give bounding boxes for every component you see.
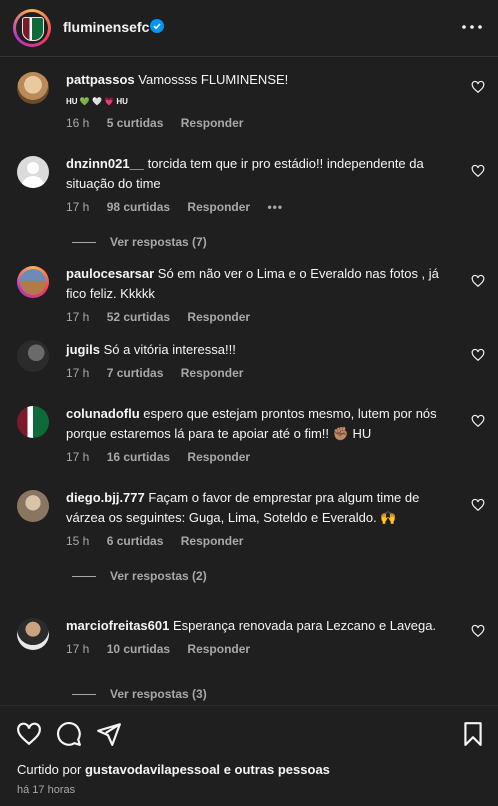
club-crest-icon: [22, 17, 44, 41]
like-heart-icon[interactable]: [471, 348, 485, 362]
like-heart-icon[interactable]: [471, 274, 485, 288]
comment-username[interactable]: diego.bjj.777: [66, 490, 145, 505]
comment-likes[interactable]: 52 curtidas: [107, 310, 170, 324]
reply-button[interactable]: Responder: [181, 366, 244, 380]
post-actions: Curtido por gustavodavilapessoal e outra…: [0, 705, 498, 806]
comment-time: 17 h: [66, 450, 90, 464]
comment-likes[interactable]: 6 curtidas: [107, 534, 164, 548]
comment-time: 15 h: [66, 534, 90, 548]
comment-username[interactable]: paulocesarsar: [66, 266, 154, 281]
view-replies-link[interactable]: Ver respostas (2): [72, 569, 207, 583]
reply-button[interactable]: Responder: [187, 200, 250, 214]
comment-text: Só a vitória interessa!!!: [103, 342, 236, 357]
more-options-icon[interactable]: [458, 18, 486, 36]
comment-bubble-icon[interactable]: [56, 721, 82, 747]
comment-time: 16 h: [66, 116, 90, 130]
comment-username[interactable]: pattpassos: [66, 72, 135, 87]
avatar[interactable]: [17, 266, 49, 298]
view-replies-label: Ver respostas (3): [110, 687, 207, 701]
liked-by-username[interactable]: gustavodavilapessoal: [85, 762, 220, 777]
comment-time: 17 h: [66, 200, 90, 214]
divider: [72, 694, 96, 696]
avatar[interactable]: [17, 406, 49, 438]
liked-by-text: Curtido por gustavodavilapessoal e outra…: [17, 762, 330, 777]
avatar[interactable]: [17, 490, 49, 522]
comment-username[interactable]: colunadoflu: [66, 406, 140, 421]
like-heart-icon[interactable]: [471, 414, 485, 428]
divider: [72, 242, 96, 244]
like-heart-icon[interactable]: [471, 498, 485, 512]
avatar[interactable]: [17, 340, 49, 372]
reply-button[interactable]: Responder: [187, 642, 250, 656]
verified-badge-icon: [150, 19, 164, 33]
liked-by-prefix: Curtido por: [17, 762, 82, 777]
reply-button[interactable]: Responder: [181, 116, 244, 130]
comment-time: 17 h: [66, 310, 90, 324]
comment-likes[interactable]: 10 curtidas: [107, 642, 170, 656]
comment-text: Vamossss FLUMINENSE!: [138, 72, 289, 87]
view-replies-link[interactable]: Ver respostas (3): [72, 687, 207, 701]
reply-button[interactable]: Responder: [187, 450, 250, 464]
comment-more-button[interactable]: •••: [267, 200, 283, 214]
comment-likes[interactable]: 98 curtidas: [107, 200, 170, 214]
comment-emoji-line: HU 💚 🤍 💗 HU: [66, 97, 128, 106]
liked-by-others[interactable]: e outras pessoas: [224, 762, 330, 777]
default-avatar-icon: [21, 162, 45, 188]
like-heart-icon[interactable]: [16, 721, 42, 747]
comment-text: Esperança renovada para Lezcano e Lavega…: [172, 618, 437, 633]
comment-likes[interactable]: 7 curtidas: [107, 366, 164, 380]
profile-username[interactable]: fluminensefc: [63, 19, 149, 35]
divider: [72, 576, 96, 578]
like-heart-icon[interactable]: [471, 624, 485, 638]
like-heart-icon[interactable]: [471, 164, 485, 178]
view-replies-link[interactable]: Ver respostas (7): [72, 235, 207, 249]
view-replies-label: Ver respostas (7): [110, 235, 207, 249]
avatar[interactable]: [17, 72, 49, 104]
reply-button[interactable]: Responder: [187, 310, 250, 324]
comment-likes[interactable]: 16 curtidas: [107, 450, 170, 464]
avatar[interactable]: [17, 156, 49, 188]
bookmark-icon[interactable]: [460, 721, 486, 747]
view-replies-label: Ver respostas (2): [110, 569, 207, 583]
post-timestamp: há 17 horas: [17, 784, 76, 796]
comment-time: 17 h: [66, 642, 90, 656]
share-send-icon[interactable]: [96, 721, 122, 747]
avatar[interactable]: [17, 618, 49, 650]
post-header: fluminensefc: [0, 0, 498, 57]
comment-username[interactable]: marciofreitas601: [66, 618, 169, 633]
reply-button[interactable]: Responder: [181, 534, 244, 548]
profile-avatar[interactable]: [13, 9, 51, 47]
comment-username[interactable]: dnzinn021__: [66, 156, 144, 171]
comment-likes[interactable]: 5 curtidas: [107, 116, 164, 130]
like-heart-icon[interactable]: [471, 80, 485, 94]
comment-username[interactable]: jugils: [66, 342, 100, 357]
comment-time: 17 h: [66, 366, 90, 380]
